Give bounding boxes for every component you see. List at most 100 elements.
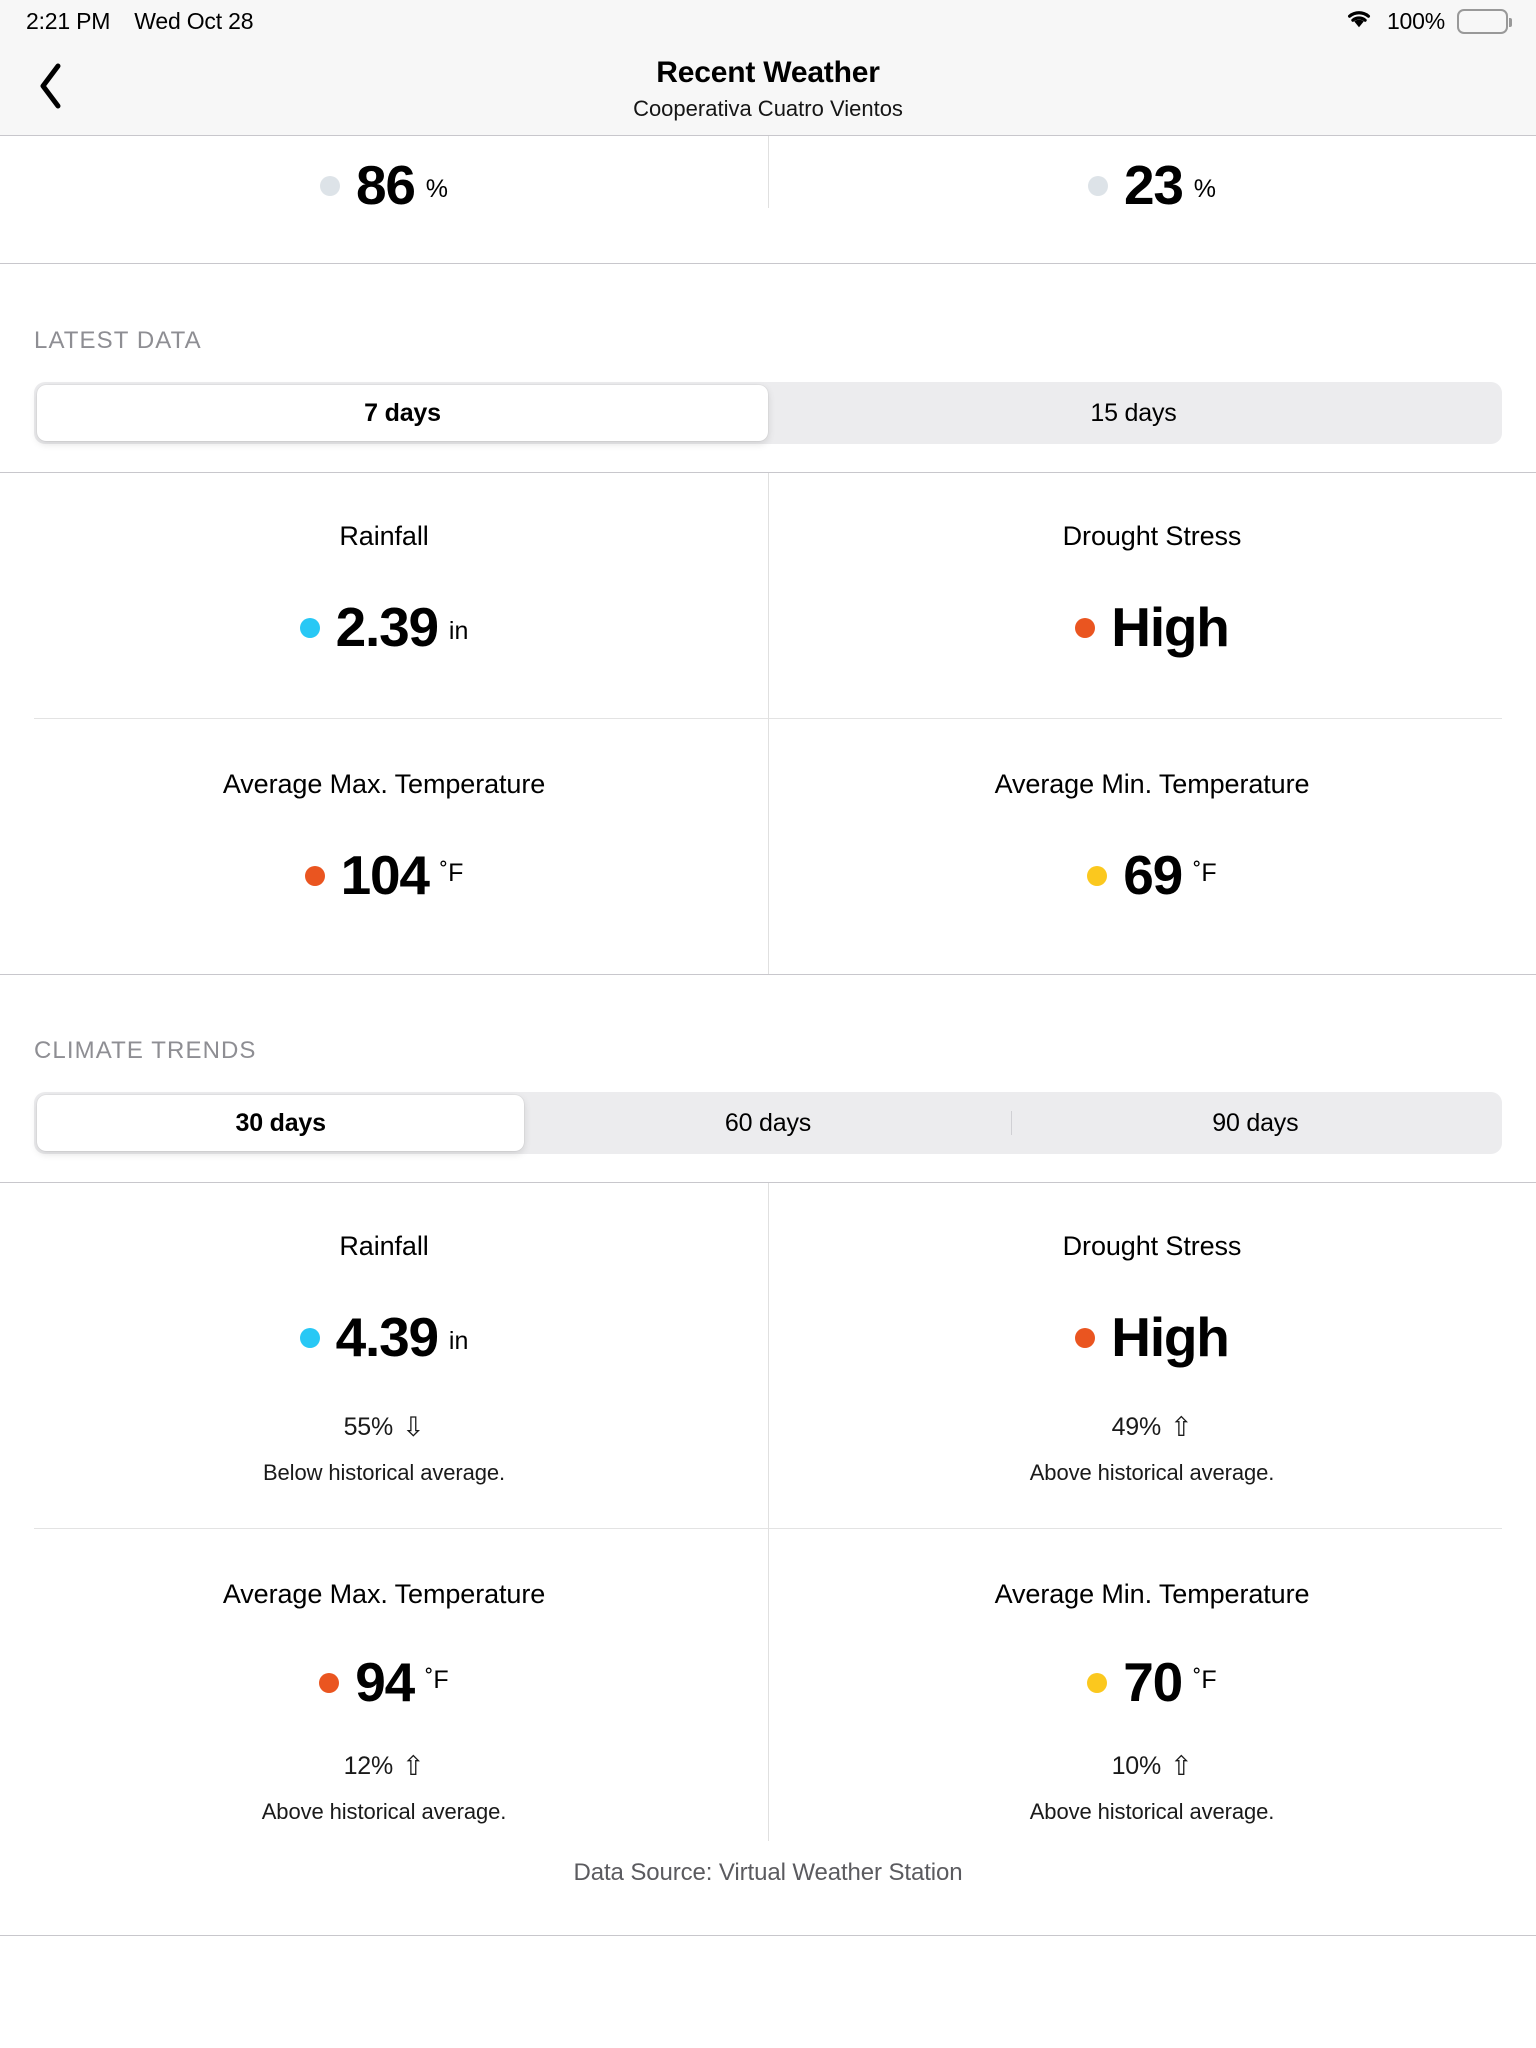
status-dot	[1075, 1327, 1096, 1348]
partial-metric-right: 23 %	[768, 136, 1536, 263]
trend-delta-value: 49%	[1111, 1413, 1162, 1441]
status-dot	[319, 1672, 340, 1693]
segment-label: 7 days	[364, 398, 441, 427]
metric-label: Average Min. Temperature	[994, 769, 1310, 799]
arrow-up-icon: ⇧	[1170, 1751, 1193, 1781]
trend-delta: 55% ⇩	[344, 1413, 425, 1442]
trend-cell-drought-stress: Drought Stress High 49% ⇧ Above historic…	[768, 1183, 1536, 1528]
trend-cell-avg-max-temp: Average Max. Temperature 94 ˚F 12% ⇧ Abo…	[0, 1529, 768, 1841]
metric-unit: ˚F	[425, 1666, 449, 1694]
trend-metric-row-2: Average Max. Temperature 94 ˚F 12% ⇧ Abo…	[0, 1481, 1536, 1841]
trend-delta: 12% ⇧	[344, 1752, 425, 1781]
metric-value: 86 %	[319, 154, 448, 216]
back-button[interactable]	[16, 42, 86, 135]
latest-metric-row-2: Average Max. Temperature 104 ˚F Average …	[0, 671, 1536, 974]
metric-cell-rainfall: Rainfall 2.39 in	[0, 473, 768, 718]
metric-value: High	[1075, 600, 1230, 655]
navigation-bar: Recent Weather Cooperativa Cuatro Viento…	[0, 42, 1536, 136]
segment-label: 30 days	[235, 1108, 326, 1137]
metric-unit: ˚F	[1193, 859, 1217, 887]
latest-data-segmented-control[interactable]: 7 days 15 days	[34, 382, 1502, 444]
data-source-label: Data Source: Virtual Weather Station	[573, 1859, 963, 1886]
segment-30-days[interactable]: 30 days	[37, 1095, 525, 1151]
metric-value: High	[1075, 1306, 1230, 1368]
latest-data-spacer	[0, 264, 1536, 327]
metric-number: 104	[340, 844, 430, 906]
segment-15-days[interactable]: 15 days	[768, 385, 1499, 441]
metric-label: Average Min. Temperature	[994, 1579, 1310, 1609]
metric-unit: ˚F	[439, 859, 464, 887]
segment-label: 15 days	[1090, 398, 1177, 427]
metric-value: 70 ˚F	[1087, 1651, 1217, 1713]
status-bar-right: 100%	[1343, 6, 1512, 36]
latest-data-section-title: LATEST DATA	[34, 327, 202, 354]
metric-value: 69 ˚F	[1087, 844, 1217, 906]
trend-note: Above historical average.	[1029, 1460, 1275, 1485]
metric-number: 70	[1123, 1651, 1183, 1713]
status-bar-left: 2:21 PM Wed Oct 28	[26, 8, 253, 35]
trend-cell-avg-min-temp: Average Min. Temperature 70 ˚F 10% ⇧ Abo…	[768, 1529, 1536, 1841]
segment-label: 90 days	[1212, 1108, 1299, 1137]
trend-delta-value: 12%	[343, 1752, 394, 1780]
status-bar: 2:21 PM Wed Oct 28 100%	[0, 0, 1536, 42]
metric-unit: in	[448, 1327, 469, 1355]
metric-value: 104 ˚F	[304, 844, 464, 906]
segment-label: 60 days	[724, 1108, 812, 1137]
trend-cell-rainfall: Rainfall 4.39 in 55% ⇩ Below historical …	[0, 1183, 768, 1528]
status-dot	[299, 1327, 320, 1348]
metric-label: Average Max. Temperature	[222, 1579, 546, 1609]
battery-full-icon	[1457, 8, 1512, 34]
status-dot	[1075, 617, 1096, 638]
arrow-down-icon: ⇩	[402, 1412, 425, 1442]
status-dot	[1087, 1672, 1108, 1693]
chevron-left-icon	[37, 62, 65, 115]
trend-note: Above historical average.	[1029, 1799, 1275, 1824]
metric-number: 23	[1123, 154, 1184, 216]
metric-label: Drought Stress	[1062, 521, 1242, 551]
segment-60-days[interactable]: 60 days	[524, 1095, 1012, 1151]
partial-metric-row: 86 % 23 %	[0, 136, 1536, 263]
segment-90-days[interactable]: 90 days	[1012, 1095, 1499, 1151]
segment-7-days[interactable]: 7 days	[37, 385, 768, 441]
status-dot	[1087, 865, 1108, 886]
bottom-separator	[0, 1935, 1536, 1936]
metric-label: Drought Stress	[1062, 1231, 1242, 1261]
metric-number: 69	[1123, 844, 1183, 906]
metric-number: 2.39	[335, 596, 439, 658]
arrow-up-icon: ⇧	[402, 1751, 425, 1781]
status-dot	[319, 175, 340, 196]
trend-delta: 49% ⇧	[1112, 1413, 1193, 1442]
metric-number: High	[1111, 1306, 1230, 1368]
trend-delta-value: 10%	[1111, 1752, 1162, 1780]
metric-number: 4.39	[335, 1306, 439, 1368]
status-bar-date: Wed Oct 28	[134, 7, 254, 34]
climate-trends-segmented-control[interactable]: 30 days 60 days 90 days	[34, 1092, 1502, 1154]
climate-trends-spacer	[0, 975, 1536, 1037]
arrow-up-icon: ⇧	[1170, 1412, 1193, 1442]
metric-value: 23 %	[1087, 154, 1216, 216]
metric-label: Average Max. Temperature	[222, 769, 546, 799]
wifi-icon	[1343, 6, 1375, 36]
trend-delta: 10% ⇧	[1112, 1752, 1193, 1781]
metric-number: 86	[355, 154, 416, 216]
status-dot	[304, 865, 325, 886]
metric-unit: %	[425, 175, 448, 203]
status-dot	[299, 617, 320, 638]
app-screen: 2:21 PM Wed Oct 28 100% Recent Weather C…	[0, 0, 1536, 2048]
metric-label: Rainfall	[339, 521, 429, 551]
status-dot	[1087, 175, 1108, 196]
metric-unit: in	[448, 617, 469, 645]
metric-value: 4.39 in	[299, 1306, 469, 1368]
page-title: Recent Weather	[656, 55, 880, 89]
trend-delta-value: 55%	[343, 1413, 394, 1441]
metric-unit: %	[1193, 175, 1216, 203]
page-subtitle: Cooperativa Cuatro Vientos	[633, 95, 903, 121]
trend-note: Above historical average.	[261, 1799, 507, 1824]
metric-value: 94 ˚F	[319, 1655, 449, 1710]
trend-metric-row-1: Rainfall 4.39 in 55% ⇩ Below historical …	[0, 1183, 1536, 1528]
